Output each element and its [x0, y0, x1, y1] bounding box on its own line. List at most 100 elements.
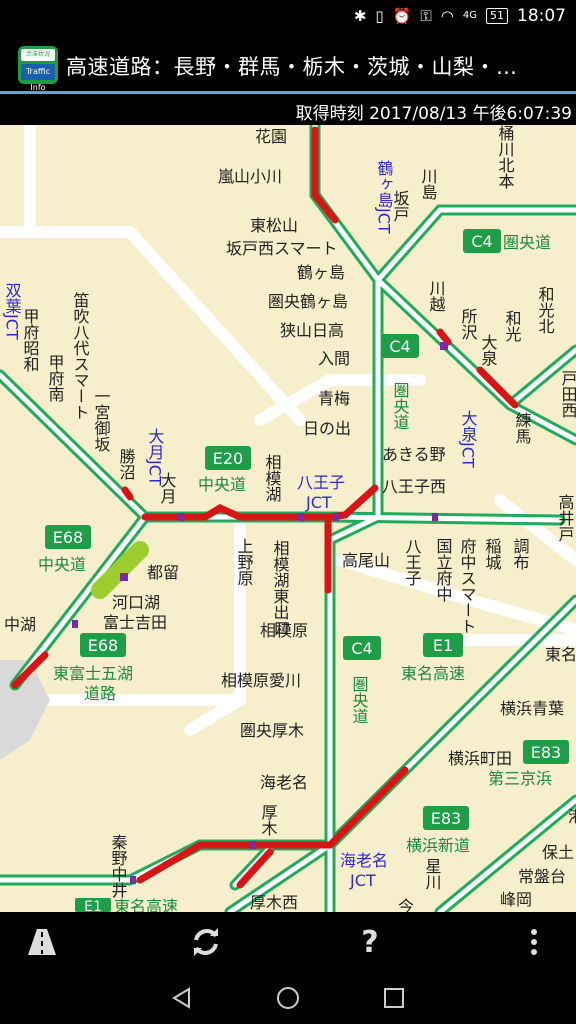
refresh-icon[interactable] — [176, 920, 236, 964]
svg-text:八王子: 八王子 — [403, 538, 422, 586]
svg-text:入間: 入間 — [318, 349, 350, 368]
bottom-toolbar: ? — [0, 912, 576, 972]
route-badge-e68-1: E68 — [45, 525, 91, 549]
route-badge-c4-1: C4 — [463, 229, 501, 253]
svg-text:厚木西: 厚木西 — [250, 893, 298, 912]
svg-text:和光: 和光 — [503, 310, 522, 343]
svg-text:E68: E68 — [53, 528, 83, 547]
route-badge-c4-2: C4 — [381, 334, 419, 358]
svg-text:川島: 川島 — [419, 168, 438, 200]
svg-text:稲城: 稲城 — [483, 538, 502, 571]
svg-text:東名高速: 東名高速 — [114, 897, 178, 912]
recents-icon[interactable] — [372, 982, 416, 1014]
app-logo-bottom: Traffic Info — [21, 64, 55, 92]
svg-text:坂戸: 坂戸 — [391, 190, 410, 222]
road-icon[interactable] — [12, 920, 72, 964]
svg-text:八王子: 八王子 — [297, 473, 345, 492]
svg-text:JCT: JCT — [349, 871, 376, 890]
svg-text:横浜町田: 横浜町田 — [448, 749, 512, 768]
svg-text:笛吹八代スマート: 笛吹八代スマート — [71, 292, 90, 420]
back-icon[interactable] — [160, 982, 204, 1014]
svg-text:日の出: 日の出 — [303, 419, 351, 438]
svg-text:海老名: 海老名 — [340, 851, 388, 870]
svg-text:東名高速: 東名高速 — [401, 664, 465, 683]
svg-text:横浜新道: 横浜新道 — [406, 836, 470, 855]
network-type: 4G — [462, 10, 477, 21]
timestamp-bar: 取得時刻 2017/08/13 午後6:07:39 — [0, 97, 576, 125]
status-bar: ✱ ▯ ⏰ ⚿ ◠ 4G 51 18:07 — [0, 0, 576, 34]
svg-text:国立府中: 国立府中 — [434, 538, 453, 602]
svg-text:戸田西: 戸田西 — [559, 370, 576, 418]
svg-text:峰岡: 峰岡 — [500, 890, 532, 909]
svg-text:圏央厚木: 圏央厚木 — [240, 721, 304, 740]
battery-icon: 51 — [486, 8, 508, 24]
svg-text:所沢: 所沢 — [459, 308, 478, 340]
svg-text:E83: E83 — [531, 743, 561, 762]
svg-text:調布: 調布 — [511, 538, 530, 570]
svg-text:都留: 都留 — [147, 563, 179, 582]
svg-text:厚木: 厚木 — [259, 804, 278, 836]
svg-text:八王子西: 八王子西 — [382, 477, 446, 496]
svg-text:狭山日高: 狭山日高 — [280, 321, 344, 340]
app-logo[interactable]: 渋滞状況 Traffic Info — [18, 46, 58, 92]
svg-text:中央道: 中央道 — [38, 555, 86, 574]
route-badge-e83-2: E83 — [423, 806, 469, 830]
svg-text:甲府昭和: 甲府昭和 — [21, 308, 40, 372]
svg-text:JCT: JCT — [305, 493, 332, 512]
svg-text:E83: E83 — [431, 809, 461, 828]
map-canvas[interactable]: C4 C4 C4 E20 E68 E68 E1 E83 E83 E1 圏央道 圏… — [0, 125, 576, 912]
svg-text:C4: C4 — [471, 232, 492, 251]
svg-text:中湖: 中湖 — [4, 615, 36, 634]
svg-text:圏央道: 圏央道 — [503, 233, 551, 252]
traffic-map[interactable]: C4 C4 C4 E20 E68 E68 E1 E83 E83 E1 圏央道 圏… — [0, 125, 576, 912]
app-title: 高速道路：長野・群馬・栃木・茨城・山梨・… — [66, 55, 518, 79]
svg-text:川越: 川越 — [427, 280, 446, 312]
timestamp: 取得時刻 2017/08/13 午後6:07:39 — [295, 104, 572, 124]
svg-text:勝沼: 勝沼 — [117, 448, 136, 480]
svg-text:道路: 道路 — [84, 684, 116, 703]
clock: 18:07 — [517, 6, 566, 26]
home-icon[interactable] — [266, 982, 310, 1014]
svg-text:第三京浜: 第三京浜 — [488, 769, 552, 788]
svg-text:東松山: 東松山 — [250, 216, 298, 235]
svg-text:甲府南: 甲府南 — [46, 354, 65, 402]
svg-text:上野原: 上野原 — [235, 538, 254, 586]
route-badge-e68-2: E68 — [80, 633, 126, 657]
svg-text:秦野中井: 秦野中井 — [109, 834, 128, 898]
svg-text:星川: 星川 — [423, 858, 442, 890]
svg-text:双葉JCT: 双葉JCT — [3, 282, 22, 340]
svg-text:相模原: 相模原 — [260, 621, 308, 640]
svg-text:坂戸西スマート: 坂戸西スマート — [226, 239, 338, 258]
svg-text:一宮御坂: 一宮御坂 — [92, 388, 111, 452]
svg-text:練馬: 練馬 — [513, 412, 532, 445]
svg-text:E1: E1 — [84, 899, 102, 912]
svg-text:花園: 花園 — [255, 127, 287, 146]
svg-text:東富士五湖: 東富士五湖 — [53, 664, 133, 683]
svg-text:高井戸: 高井戸 — [556, 494, 575, 542]
svg-text:河口湖: 河口湖 — [112, 593, 160, 612]
svg-text:常盤台: 常盤台 — [518, 867, 566, 886]
key-icon: ⚿ — [420, 7, 432, 25]
svg-text:港: 港 — [568, 807, 576, 826]
svg-text:青梅: 青梅 — [318, 389, 350, 408]
svg-text:大泉: 大泉 — [479, 334, 498, 366]
svg-text:C4: C4 — [389, 337, 410, 356]
svg-text:嵐山小川: 嵐山小川 — [218, 167, 282, 186]
route-badge-e20: E20 — [205, 446, 251, 470]
svg-text:相模湖: 相模湖 — [263, 454, 282, 503]
svg-text:府中スマート: 府中スマート — [458, 538, 477, 634]
svg-text:C4: C4 — [351, 639, 372, 658]
svg-text:あきる野: あきる野 — [382, 445, 446, 464]
app-logo-top: 渋滞状況 — [21, 49, 55, 61]
help-button[interactable]: ? — [340, 920, 400, 964]
svg-text:横浜青葉: 横浜青葉 — [500, 699, 564, 718]
svg-text:圏央鶴ヶ島: 圏央鶴ヶ島 — [268, 292, 348, 311]
svg-text:圏央道: 圏央道 — [350, 676, 369, 724]
route-badge-e83-1: E83 — [523, 740, 569, 764]
overflow-menu-icon[interactable] — [504, 920, 564, 964]
svg-text:海老名: 海老名 — [260, 773, 308, 792]
svg-text:圏央道: 圏央道 — [391, 382, 410, 430]
svg-text:E20: E20 — [213, 449, 243, 468]
svg-text:相模原愛川: 相模原愛川 — [221, 671, 301, 690]
bluetooth-icon: ✱ — [353, 7, 367, 25]
